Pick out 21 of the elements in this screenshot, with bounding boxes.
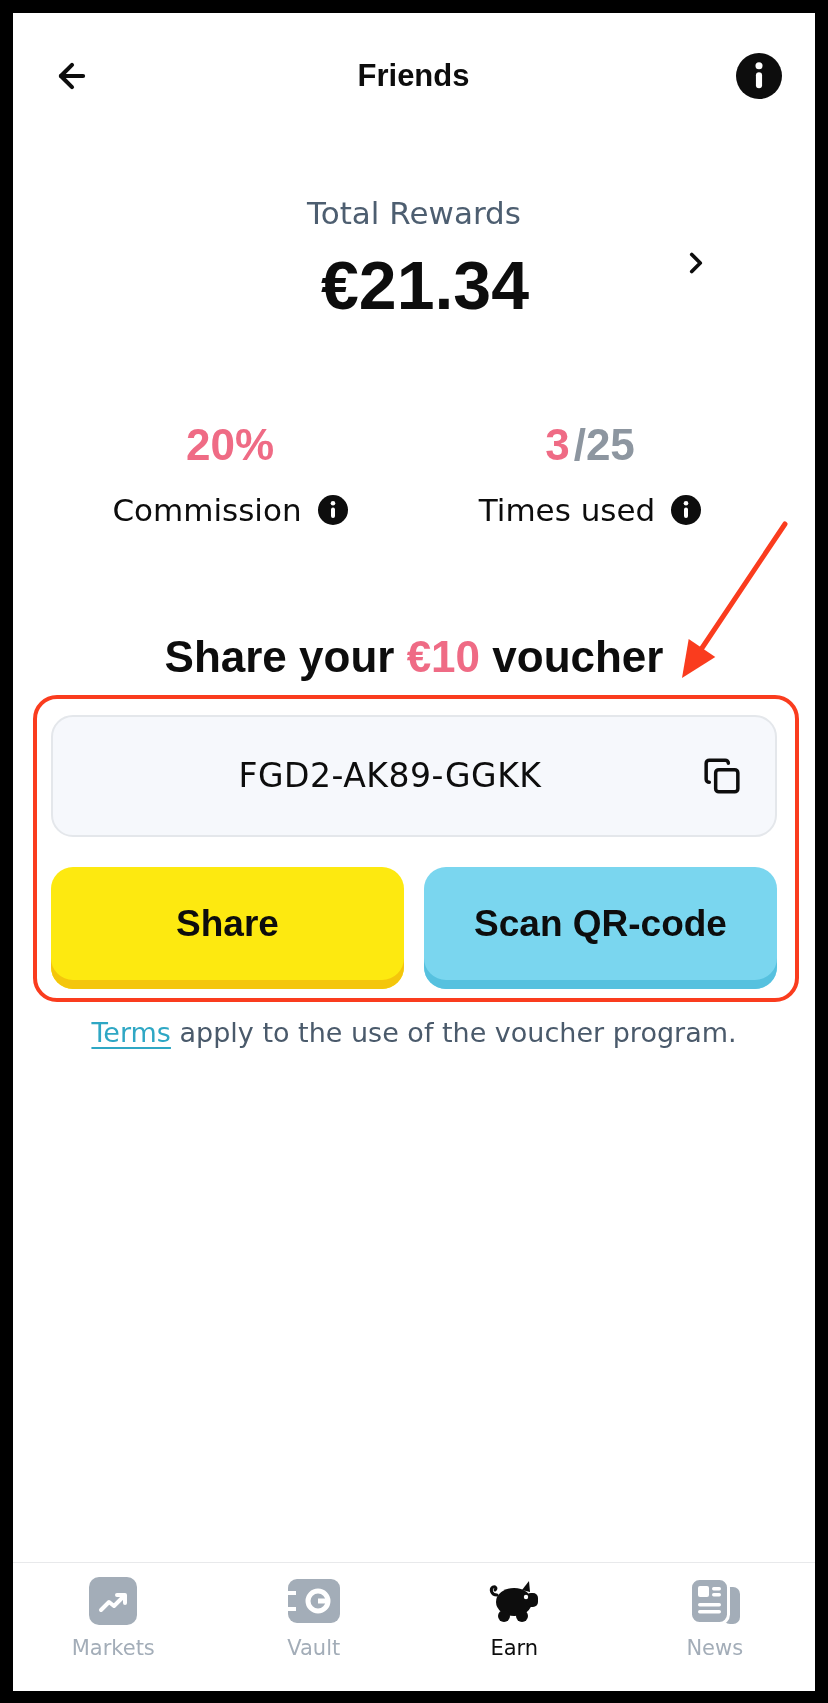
rewards-amount: €21.34	[320, 247, 529, 323]
copy-icon[interactable]	[703, 757, 741, 795]
stat-value: 3	[545, 419, 570, 471]
stat-label: Times used	[478, 491, 656, 530]
nav-tab[interactable]: Earn	[414, 1563, 615, 1691]
page-title: Friends	[357, 57, 470, 95]
rewards-label: Total Rewards	[307, 195, 521, 231]
voucher-heading: Share your €10 voucher	[163, 631, 665, 683]
terms-text: Terms apply to the use of the voucher program.	[90, 1016, 738, 1050]
stat-total: /25	[573, 419, 635, 471]
info-icon[interactable]	[671, 495, 702, 525]
stat-label: Commission	[112, 491, 302, 530]
stat-value: 20%	[185, 419, 275, 471]
info-icon[interactable]	[317, 495, 348, 525]
trend-chart-icon	[89, 1577, 138, 1625]
wallet-icon	[287, 1579, 340, 1623]
voucher-code-field[interactable]: FGD2-AK89-GGKK	[51, 715, 777, 837]
voucher-code: FGD2-AK89-GGKK	[237, 756, 543, 796]
info-icon[interactable]	[736, 53, 782, 99]
share-button[interactable]: Share	[51, 867, 404, 989]
scan-qr-button[interactable]: Scan QR-code	[424, 867, 777, 989]
